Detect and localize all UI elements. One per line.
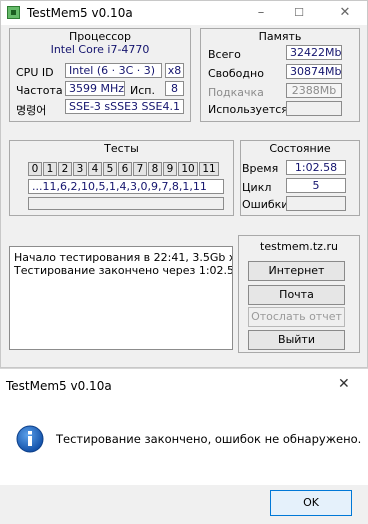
- dialog-message: Тестирование закончено, ошибок не обнару…: [56, 432, 362, 446]
- test-cell-0: 0: [28, 162, 42, 176]
- test-number-strip: 0 1 2 3 4 5 6 7 8 9 10 11: [28, 162, 224, 176]
- mail-button[interactable]: Почта: [248, 285, 345, 305]
- links-group: testmem.tz.ru Интернет Почта Отослать от…: [238, 235, 360, 353]
- internet-button[interactable]: Интернет: [248, 261, 345, 281]
- test-cell-3: 3: [73, 162, 87, 176]
- processor-group-title: Процессор: [68, 30, 132, 43]
- memory-total-label: Всего: [208, 48, 241, 61]
- title-bar: TestMem5 v0.10a – ☐ ✕: [1, 1, 367, 25]
- log-line-2: Тестирование закончено через 1:02.58 6: [14, 264, 233, 277]
- features-label: 명령어: [16, 104, 47, 117]
- cpu-name: Intel Core i7-4770: [50, 43, 150, 56]
- used-threads-label: Исп.: [130, 84, 155, 97]
- memory-free-label: Свободно: [208, 67, 264, 80]
- memory-used-field: [286, 101, 342, 116]
- time-field: 1:02.58: [286, 160, 346, 175]
- dialog-footer: OK: [0, 485, 368, 524]
- window-title: TestMem5 v0.10a: [27, 6, 133, 20]
- ok-button[interactable]: OK: [270, 490, 352, 516]
- test-cell-6: 6: [118, 162, 132, 176]
- tests-group-title: Тесты: [104, 142, 139, 155]
- memory-group-title: Память: [258, 30, 302, 43]
- test-cell-1: 1: [43, 162, 57, 176]
- state-group: Состояние Время 1:02.58 Цикл 5 Ошибки: [240, 140, 360, 216]
- features-field: SSE-3 sSSE3 SSE4.1: [65, 99, 184, 114]
- minimize-button[interactable]: –: [247, 5, 275, 21]
- memory-swap-label: Подкачка: [208, 86, 264, 99]
- test-cell-5: 5: [103, 162, 117, 176]
- test-sequence-field: ...11,6,2,10,5,1,4,3,0,9,7,8,1,11: [28, 179, 224, 194]
- frequency-field: 3599 MHz: [65, 81, 125, 96]
- test-status-field: [28, 197, 224, 210]
- app-icon: [7, 6, 20, 19]
- cpu-id-label: CPU ID: [16, 66, 54, 79]
- site-label: testmem.tz.ru: [260, 240, 338, 253]
- test-cell-2: 2: [58, 162, 72, 176]
- used-threads-field: 8: [165, 81, 184, 96]
- frequency-label: Частота: [16, 84, 63, 97]
- errors-label: Ошибки: [242, 198, 289, 211]
- dialog-title: TestMem5 v0.10a: [6, 379, 112, 393]
- test-cell-11: 11: [199, 162, 219, 176]
- main-window: TestMem5 v0.10a – ☐ ✕ Процессор Intel Co…: [0, 0, 368, 368]
- exit-button[interactable]: Выйти: [248, 330, 345, 350]
- memory-free-field: 30874Mb: [286, 64, 342, 79]
- time-label: Время: [242, 162, 279, 175]
- test-cell-9: 9: [163, 162, 177, 176]
- info-icon: [16, 425, 44, 453]
- tests-group: Тесты 0 1 2 3 4 5 6 7 8 9 10 11 ...11,6,…: [9, 140, 234, 216]
- errors-field: [286, 196, 346, 211]
- cpu-threads-field: x8: [165, 63, 184, 78]
- memory-total-field: 32422Mb: [286, 45, 342, 60]
- test-cell-7: 7: [133, 162, 147, 176]
- test-cell-4: 4: [88, 162, 102, 176]
- test-cell-10: 10: [178, 162, 198, 176]
- cycle-field: 5: [286, 178, 346, 193]
- dialog-close-button[interactable]: ✕: [338, 376, 350, 392]
- cycle-label: Цикл: [242, 181, 272, 194]
- state-group-title: Состояние: [269, 142, 331, 155]
- send-report-button[interactable]: Отослать отчет: [248, 307, 345, 327]
- memory-swap-field: 2388Mb: [286, 83, 342, 98]
- log-line-1: Начало тестирования в 22:41, 3.5Gb x8: [14, 251, 233, 264]
- processor-group: Процессор Intel Core i7-4770 CPU ID Inte…: [9, 28, 191, 122]
- close-button[interactable]: ✕: [331, 5, 359, 21]
- cpu-id-field: Intel (6 · 3C · 3): [65, 63, 162, 78]
- maximize-button[interactable]: ☐: [285, 5, 313, 21]
- log-textbox[interactable]: Начало тестирования в 22:41, 3.5Gb x8 Те…: [9, 246, 233, 350]
- memory-group: Память Всего 32422Mb Свободно 30874Mb По…: [200, 28, 360, 122]
- test-cell-8: 8: [148, 162, 162, 176]
- memory-used-label: Используется: [208, 103, 288, 116]
